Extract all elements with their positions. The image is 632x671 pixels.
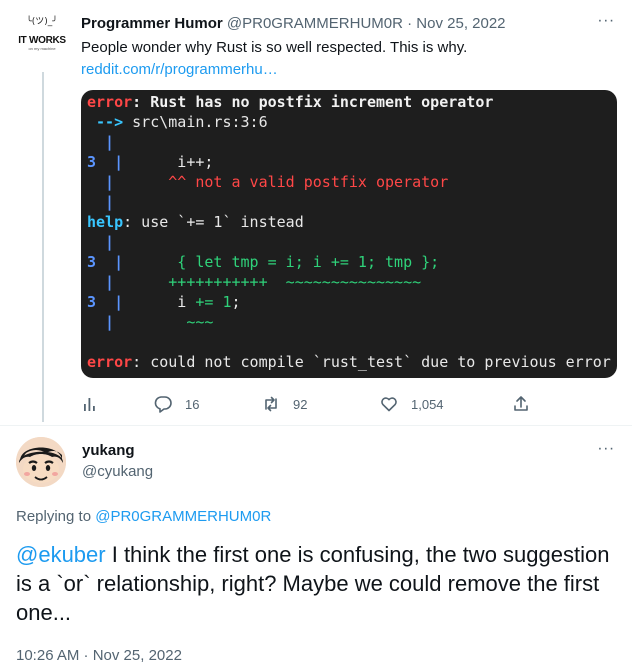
heart-icon bbox=[381, 397, 397, 412]
like-count: 1,054 bbox=[411, 396, 444, 412]
author-name[interactable]: yukang bbox=[82, 441, 135, 461]
analytics-icon bbox=[84, 398, 95, 411]
tweet-link[interactable]: reddit.com/r/programmerhu… bbox=[81, 60, 278, 80]
reply-button[interactable]: 16 bbox=[153, 392, 199, 416]
avatar-logo-text: IT WORKS bbox=[18, 35, 66, 46]
code-tilde-markers: ~~~~~~~~~~~~~~~ bbox=[267, 273, 422, 291]
avatar[interactable] bbox=[16, 437, 66, 487]
code-line-number: 3 bbox=[87, 253, 97, 271]
tweet-actions: 16 92 1,054 bbox=[81, 392, 617, 416]
more-options-icon[interactable]: ··· bbox=[596, 13, 616, 34]
code-gutter: | bbox=[87, 193, 115, 211]
retweet-button[interactable]: 92 bbox=[261, 392, 307, 416]
code-gutter: | bbox=[87, 313, 115, 331]
code-error-message: : Rust has no postfix increment operator bbox=[132, 93, 494, 111]
quoted-tweet[interactable]: ╰(ツ)_╯ IT WORKS on my machine Programmer… bbox=[0, 0, 632, 426]
code-gutter: | bbox=[96, 253, 124, 271]
tweet-timestamp[interactable]: 10:26 AM · Nov 25, 2022 bbox=[16, 646, 182, 666]
code-line-number: 3 bbox=[87, 153, 97, 171]
cartoon-face-icon bbox=[16, 437, 66, 487]
code-gutter: | bbox=[96, 153, 124, 171]
code-line-end: ; bbox=[231, 293, 241, 311]
analytics-button[interactable] bbox=[81, 392, 101, 416]
author-handle[interactable]: @cyukang bbox=[82, 462, 153, 482]
retweet-count: 92 bbox=[293, 396, 308, 412]
header-separator: · bbox=[407, 15, 413, 32]
code-plus-markers: +++++++++++ bbox=[114, 273, 268, 291]
code-error-message: : could not compile `rust_test` due to p… bbox=[132, 353, 611, 371]
retweet-icon bbox=[265, 396, 277, 412]
code-line: i bbox=[123, 293, 196, 311]
code-line-number: 3 bbox=[87, 293, 97, 311]
code-help-label: help bbox=[87, 213, 124, 231]
code-tilde-markers: ~~~ bbox=[114, 313, 214, 331]
reply-text: @ekuber I think the first one is confusi… bbox=[16, 540, 616, 627]
reply-icon bbox=[154, 396, 172, 413]
tweet-date[interactable]: Nov 25, 2022 bbox=[416, 15, 505, 32]
tweet-header: Programmer Humor @PR0GRAMMERHUM0R · Nov … bbox=[81, 14, 506, 34]
replying-to-mention[interactable]: @PR0GRAMMERHUM0R bbox=[95, 508, 271, 525]
like-button[interactable]: 1,054 bbox=[379, 392, 444, 416]
avatar-face-text: ╰(ツ)_╯ bbox=[26, 17, 58, 27]
code-suggestion: += 1 bbox=[195, 293, 232, 311]
replying-to-line: Replying to @PR0GRAMMERHUM0R bbox=[16, 507, 271, 527]
tweet-divider bbox=[0, 425, 632, 426]
avatar-logo-subtext: on my machine bbox=[28, 46, 56, 51]
share-icon bbox=[514, 396, 528, 411]
author-handle[interactable]: @PR0GRAMMERHUM0R bbox=[227, 15, 403, 32]
avatar[interactable]: ╰(ツ)_╯ IT WORKS on my machine bbox=[18, 14, 66, 62]
code-gutter: | bbox=[87, 233, 115, 251]
reply-body-text: I think the first one is confusing, the … bbox=[16, 542, 610, 625]
more-options-icon[interactable]: ··· bbox=[596, 441, 616, 462]
code-gutter: | bbox=[87, 173, 115, 191]
code-pad bbox=[114, 173, 168, 191]
code-error-label: error bbox=[87, 353, 133, 371]
mention-link[interactable]: @ekuber bbox=[16, 542, 106, 567]
share-button[interactable] bbox=[511, 392, 531, 416]
compiler-output: error: Rust has no postfix increment ope… bbox=[87, 92, 611, 372]
code-file-path: src\main.rs:3:6 bbox=[123, 113, 268, 131]
code-suggestion: { let tmp = i; i += 1; tmp }; bbox=[123, 253, 440, 271]
tweet-text: People wonder why Rust is so well respec… bbox=[81, 39, 468, 56]
code-screenshot-image[interactable]: error: Rust has no postfix increment ope… bbox=[81, 90, 617, 378]
code-error-label: error bbox=[87, 93, 133, 111]
code-error-pointer: ^^ not a valid postfix operator bbox=[168, 173, 449, 191]
code-line: i++; bbox=[123, 153, 214, 171]
code-help-message: : use `+= 1` instead bbox=[123, 213, 304, 231]
code-gutter: | bbox=[96, 293, 124, 311]
replying-prefix: Replying to bbox=[16, 508, 96, 525]
code-gutter: | bbox=[87, 273, 115, 291]
author-name[interactable]: Programmer Humor bbox=[81, 15, 223, 32]
code-gutter: | bbox=[87, 133, 115, 151]
reply-count: 16 bbox=[185, 396, 200, 412]
thread-connector-line bbox=[42, 72, 44, 422]
code-arrow: --> bbox=[87, 113, 124, 131]
